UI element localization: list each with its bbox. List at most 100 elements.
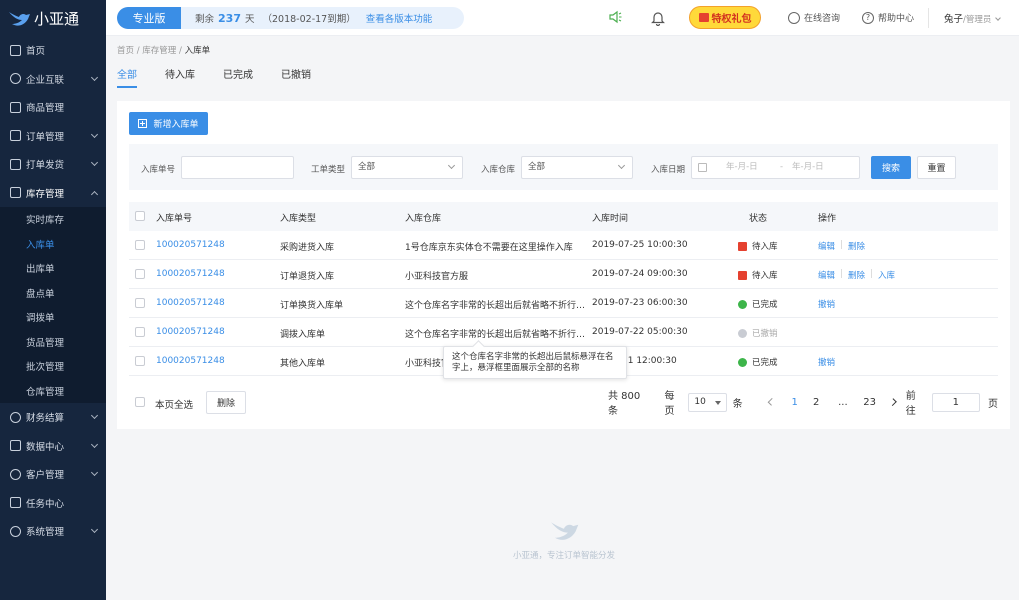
- order-no-link[interactable]: 100020571248: [156, 269, 225, 279]
- submenu-batch[interactable]: 批次管理: [0, 354, 106, 379]
- per-page-select[interactable]: 10: [688, 392, 727, 412]
- row-checkbox[interactable]: [135, 356, 145, 366]
- status-text: 已完成: [752, 358, 778, 368]
- type-select[interactable]: 全部: [351, 156, 463, 179]
- bell-icon[interactable]: [651, 10, 665, 26]
- table-row: 100020571248 调拨入库单 这个仓库名字非常的长超出后就省略不折行… …: [129, 318, 998, 347]
- app-logo[interactable]: 小亚通: [0, 0, 106, 36]
- col-time: 入库时间: [592, 214, 629, 224]
- sidebar-item-enterprise[interactable]: 企业互联: [0, 65, 106, 94]
- sidebar-item-label: 任务中心: [26, 498, 65, 510]
- submenu-transfer[interactable]: 调拨单: [0, 305, 106, 330]
- sidebar-item-label: 首页: [26, 46, 46, 58]
- select-all-checkbox[interactable]: [135, 211, 145, 221]
- sidebar-item-data[interactable]: 数据中心: [0, 432, 106, 461]
- sidebar-item-finance[interactable]: 财务结算: [0, 403, 106, 432]
- tab-all[interactable]: 全部: [117, 64, 137, 88]
- search-button[interactable]: 搜索: [871, 156, 911, 179]
- sidebar-item-inventory[interactable]: 库存管理: [0, 179, 106, 208]
- row-checkbox[interactable]: [135, 298, 145, 308]
- goto-page-input[interactable]: 1: [931, 392, 980, 412]
- help-center-link[interactable]: ? 帮助中心: [862, 11, 914, 24]
- breadcrumb-home[interactable]: 首页 /: [117, 46, 142, 56]
- order-no-link[interactable]: 100020571248: [156, 356, 225, 366]
- cancel-circle-icon: [738, 328, 747, 338]
- add-inbound-button[interactable]: 新增入库单: [129, 112, 208, 135]
- goto-label: 前往: [905, 391, 916, 417]
- submenu-warehouse[interactable]: 仓库管理: [0, 379, 106, 404]
- date-range-picker[interactable]: 年-月-日 - 年-月-日: [691, 156, 860, 179]
- order-icon: [10, 130, 21, 142]
- submenu-outbound-order[interactable]: 出库单: [0, 256, 106, 281]
- delete-button[interactable]: 删除: [848, 240, 865, 252]
- revoke-button[interactable]: 撤销: [818, 356, 835, 368]
- online-consult-link[interactable]: 在线咨询: [788, 11, 840, 24]
- page-2[interactable]: 2: [805, 397, 826, 408]
- bird-logo-icon: [9, 12, 30, 26]
- next-page-icon[interactable]: [889, 397, 898, 407]
- sidebar-item-shipping[interactable]: 打单发货: [0, 150, 106, 179]
- edit-button[interactable]: 编辑: [818, 240, 835, 252]
- sidebar-item-label: 订单管理: [26, 131, 65, 143]
- order-no-input[interactable]: [181, 156, 294, 179]
- sidebar-item-tasks[interactable]: 任务中心: [0, 489, 106, 518]
- page-1[interactable]: 1: [784, 397, 805, 408]
- reset-button[interactable]: 重置: [917, 156, 956, 179]
- tab-cancelled[interactable]: 已撤销: [281, 64, 311, 88]
- warehouse-select[interactable]: 全部: [521, 156, 633, 179]
- inbox-icon: [738, 241, 747, 251]
- main-card: 新增入库单 入库单号 工单类型 全部 入库仓库 全部 入库日期 年-月-日 - …: [117, 101, 1010, 429]
- delete-button[interactable]: 删除: [848, 269, 865, 281]
- divider: [871, 269, 873, 278]
- user-name: 兔子: [944, 14, 964, 25]
- speaker-icon[interactable]: [608, 10, 622, 24]
- breadcrumb-parent[interactable]: 库存管理 /: [142, 46, 184, 56]
- chevron-down-icon: [995, 15, 1002, 21]
- sidebar-item-orders[interactable]: 订单管理: [0, 122, 106, 151]
- revoke-button[interactable]: 撤销: [818, 298, 835, 310]
- page-select-all-checkbox[interactable]: [135, 397, 145, 407]
- row-checkbox[interactable]: [135, 240, 145, 250]
- cell-time: 21 12:00:30: [622, 356, 677, 366]
- order-no-link[interactable]: 100020571248: [156, 240, 225, 250]
- gift-label: 特权礼包: [711, 14, 752, 25]
- gift-button[interactable]: 特权礼包: [689, 6, 761, 29]
- col-order-no: 入库单号: [156, 214, 193, 224]
- cell-type: 订单退货入库: [280, 272, 335, 282]
- order-no-link[interactable]: 100020571248: [156, 327, 225, 337]
- user-menu[interactable]: 兔子/管理员: [944, 11, 1002, 25]
- add-label: 新增入库单: [153, 120, 199, 130]
- tab-completed[interactable]: 已完成: [223, 64, 253, 88]
- row-checkbox[interactable]: [135, 269, 145, 279]
- page-ellipsis[interactable]: ...: [827, 397, 859, 408]
- submenu-goods[interactable]: 货品管理: [0, 330, 106, 355]
- view-versions-link[interactable]: 查看各版本功能: [366, 11, 433, 25]
- cell-type: 订单换货入库单: [280, 301, 344, 311]
- bulk-delete-button[interactable]: 删除: [206, 391, 246, 414]
- row-checkbox[interactable]: [135, 327, 145, 337]
- edit-button[interactable]: 编辑: [818, 269, 835, 281]
- submenu-stocktake[interactable]: 盘点单: [0, 281, 106, 306]
- chevron-down-icon: [90, 158, 99, 167]
- submenu-realtime-stock[interactable]: 实时库存: [0, 207, 106, 232]
- sidebar-item-products[interactable]: 商品管理: [0, 93, 106, 122]
- chevron-down-icon: [617, 161, 626, 170]
- chevron-down-icon: [90, 73, 99, 81]
- page-23[interactable]: 23: [859, 397, 880, 408]
- sidebar-item-customers[interactable]: 客户管理: [0, 460, 106, 489]
- prev-page-icon[interactable]: [767, 397, 776, 407]
- row-actions: 编辑 删除 入库: [818, 269, 895, 281]
- tab-pending[interactable]: 待入库: [165, 64, 195, 88]
- link-icon: [10, 73, 21, 85]
- edition-badge[interactable]: 专业版: [117, 7, 181, 29]
- col-status: 状态: [749, 214, 768, 224]
- stock-in-button[interactable]: 入库: [878, 269, 895, 281]
- order-no-link[interactable]: 100020571248: [156, 298, 225, 308]
- sidebar-item-home[interactable]: 首页: [0, 36, 106, 65]
- footer-brand: 小亚通，专注订单智能分发: [507, 517, 621, 561]
- per-page-unit: 条: [732, 398, 743, 410]
- sidebar-item-system[interactable]: 系统管理: [0, 517, 106, 546]
- pagination: 共 800 条 每页 10 条 1 2 ... 23 前往 1 页: [608, 389, 998, 417]
- table-footer: 本页全选 删除 共 800 条 每页 10 条 1 2 ... 23 前往 1 …: [129, 389, 998, 417]
- submenu-inbound-order[interactable]: 入库单: [0, 232, 106, 257]
